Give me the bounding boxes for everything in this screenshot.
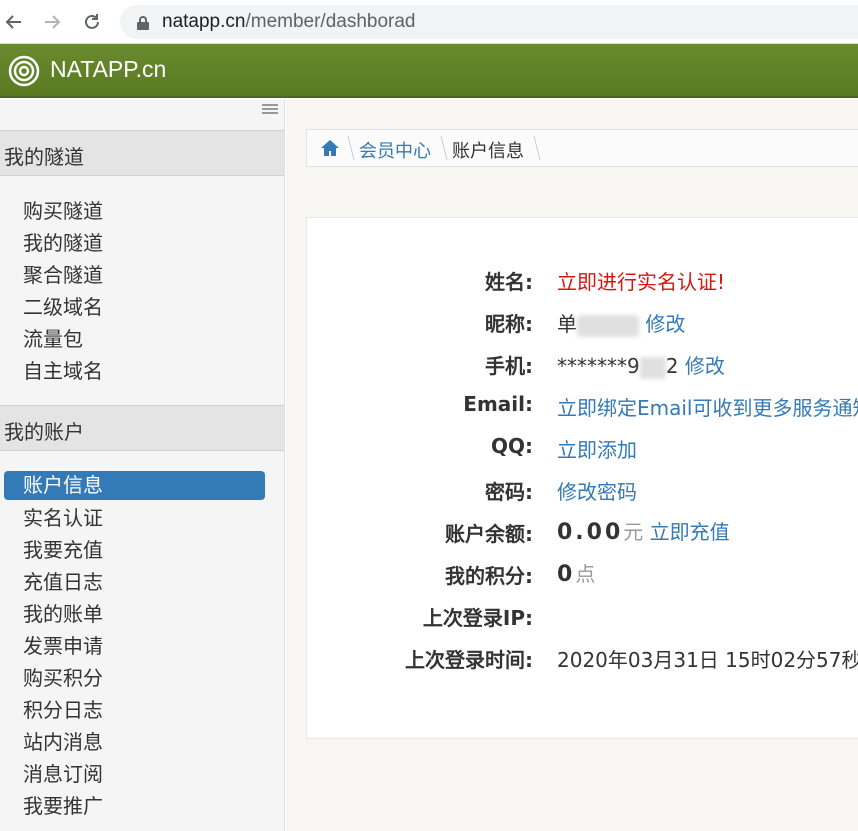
arrow-right-icon — [45, 15, 61, 29]
section-my-tunnels[interactable]: 我的隧道 — [0, 130, 284, 176]
sidebar-item-real-name[interactable]: 实名认证 — [23, 503, 103, 533]
row-last-ip: 上次登录IP: — [307, 602, 858, 632]
section-my-account[interactable]: 我的账户 — [0, 405, 284, 451]
sidebar-item-traffic-pack[interactable]: 流量包 — [23, 324, 83, 354]
breadcrumb-account-info: 账户信息 — [452, 141, 524, 162]
sidebar-item-points-log[interactable]: 积分日志 — [23, 695, 103, 725]
edit-phone-link[interactable]: 修改 — [685, 354, 725, 378]
sidebar: 我的隧道 购买隧道 我的隧道 聚合隧道 二级域名 流量包 自主域名 我的账户 账… — [0, 100, 285, 831]
sidebar-item-custom-domain[interactable]: 自主域名 — [23, 356, 103, 386]
phone-suffix: 2 — [665, 354, 679, 378]
phone-text: *******9 — [557, 354, 640, 378]
site-name[interactable]: NATAPP.cn — [50, 56, 166, 83]
phone-label: 手机: — [485, 354, 533, 378]
change-password-link[interactable]: 修改密码 — [557, 476, 637, 505]
nickname-label: 昵称: — [485, 312, 533, 336]
nickname-text: 单 — [557, 312, 577, 336]
sidebar-collapse-icon[interactable] — [262, 104, 278, 116]
reload-button[interactable] — [78, 8, 106, 36]
breadcrumb-separator-icon — [440, 136, 448, 160]
sidebar-item-referral[interactable]: 我要推广 — [23, 791, 103, 821]
breadcrumb-separator-icon — [347, 136, 355, 160]
row-qq: QQ: 立即添加 — [307, 434, 858, 464]
home-icon[interactable] — [319, 138, 341, 158]
balance-amount: 0.00 — [557, 520, 624, 545]
account-info-panel: 姓名: 立即进行实名认证! 昵称: 单 修改 手机: *******9 2 修改 … — [306, 217, 858, 739]
sidebar-item-my-bills[interactable]: 我的账单 — [23, 599, 103, 629]
row-name: 姓名: 立即进行实名认证! — [307, 266, 858, 296]
forward-button[interactable] — [38, 8, 66, 36]
back-button[interactable] — [0, 8, 28, 36]
balance-unit: 元 — [623, 520, 644, 544]
redacted-blur — [577, 314, 639, 337]
lock-icon — [137, 16, 149, 30]
sidebar-item-buy-points[interactable]: 购买积分 — [23, 663, 103, 693]
points-value: 0点 — [557, 558, 595, 587]
points-amount: 0 — [557, 562, 576, 587]
url-host: natapp.cn — [162, 11, 246, 32]
main-content: 会员中心 账户信息 姓名: 立即进行实名认证! 昵称: 单 修改 手机: ***… — [286, 100, 858, 831]
last-login-time-value: 2020年03月31日 15时02分57秒 — [557, 648, 858, 672]
breadcrumb-separator-icon — [533, 136, 541, 160]
address-bar[interactable]: natapp.cn/member/dashborad — [120, 5, 858, 39]
row-phone: 手机: *******9 2 修改 — [307, 350, 858, 380]
sidebar-item-recharge-log[interactable]: 充值日志 — [23, 567, 103, 597]
row-balance: 账户余额: 0.00元 立即充值 — [307, 516, 858, 546]
sidebar-item-subdomain[interactable]: 二级域名 — [23, 292, 103, 322]
arrow-left-icon — [5, 15, 21, 29]
sidebar-item-buy-tunnel[interactable]: 购买隧道 — [23, 196, 103, 226]
sidebar-item-aggregate-tunnel[interactable]: 聚合隧道 — [23, 260, 103, 290]
sidebar-item-invoice[interactable]: 发票申请 — [23, 631, 103, 661]
row-last-time: 上次登录时间: 2020年03月31日 15时02分57秒 — [307, 644, 858, 674]
sidebar-item-recharge[interactable]: 我要充值 — [23, 535, 103, 565]
recharge-link[interactable]: 立即充值 — [650, 520, 730, 544]
sidebar-item-account-info[interactable]: 账户信息 — [4, 471, 265, 500]
row-nickname: 昵称: 单 修改 — [307, 308, 858, 338]
points-label: 我的积分: — [445, 564, 533, 588]
qq-label: QQ: — [490, 434, 533, 458]
row-email: Email: 立即绑定Email可收到更多服务通知 — [307, 392, 858, 422]
email-label: Email: — [463, 392, 533, 416]
name-label: 姓名: — [485, 270, 533, 294]
sidebar-item-subscriptions[interactable]: 消息订阅 — [23, 759, 103, 789]
row-password: 密码: 修改密码 — [307, 476, 858, 506]
breadcrumb-member-center[interactable]: 会员中心 — [359, 137, 431, 163]
browser-toolbar: natapp.cn/member/dashborad — [0, 0, 858, 44]
balance-value: 0.00元 立即充值 — [557, 516, 730, 545]
url-path: /member/dashborad — [245, 11, 416, 32]
points-unit: 点 — [575, 562, 596, 586]
last-login-time-label: 上次登录时间: — [405, 648, 533, 672]
url-text: natapp.cn/member/dashborad — [162, 11, 416, 33]
edit-nickname-link[interactable]: 修改 — [645, 312, 685, 336]
add-qq-link[interactable]: 立即添加 — [557, 434, 637, 463]
password-label: 密码: — [485, 480, 533, 504]
row-points: 我的积分: 0点 — [307, 558, 858, 588]
balance-label: 账户余额: — [445, 522, 533, 546]
sidebar-item-messages[interactable]: 站内消息 — [23, 727, 103, 757]
site-header: NATAPP.cn — [0, 44, 858, 98]
breadcrumb: 会员中心 账户信息 — [306, 129, 858, 167]
last-login-ip-label: 上次登录IP: — [422, 606, 533, 630]
reload-icon — [85, 14, 99, 29]
sidebar-item-my-tunnels[interactable]: 我的隧道 — [23, 228, 103, 258]
redacted-blur — [639, 356, 666, 379]
verify-name-link[interactable]: 立即进行实名认证! — [557, 266, 725, 295]
bind-email-link[interactable]: 立即绑定Email可收到更多服务通知 — [557, 392, 858, 421]
logo-icon[interactable] — [8, 55, 40, 87]
nickname-value: 单 修改 — [557, 308, 685, 337]
phone-value: *******9 2 修改 — [557, 350, 725, 379]
